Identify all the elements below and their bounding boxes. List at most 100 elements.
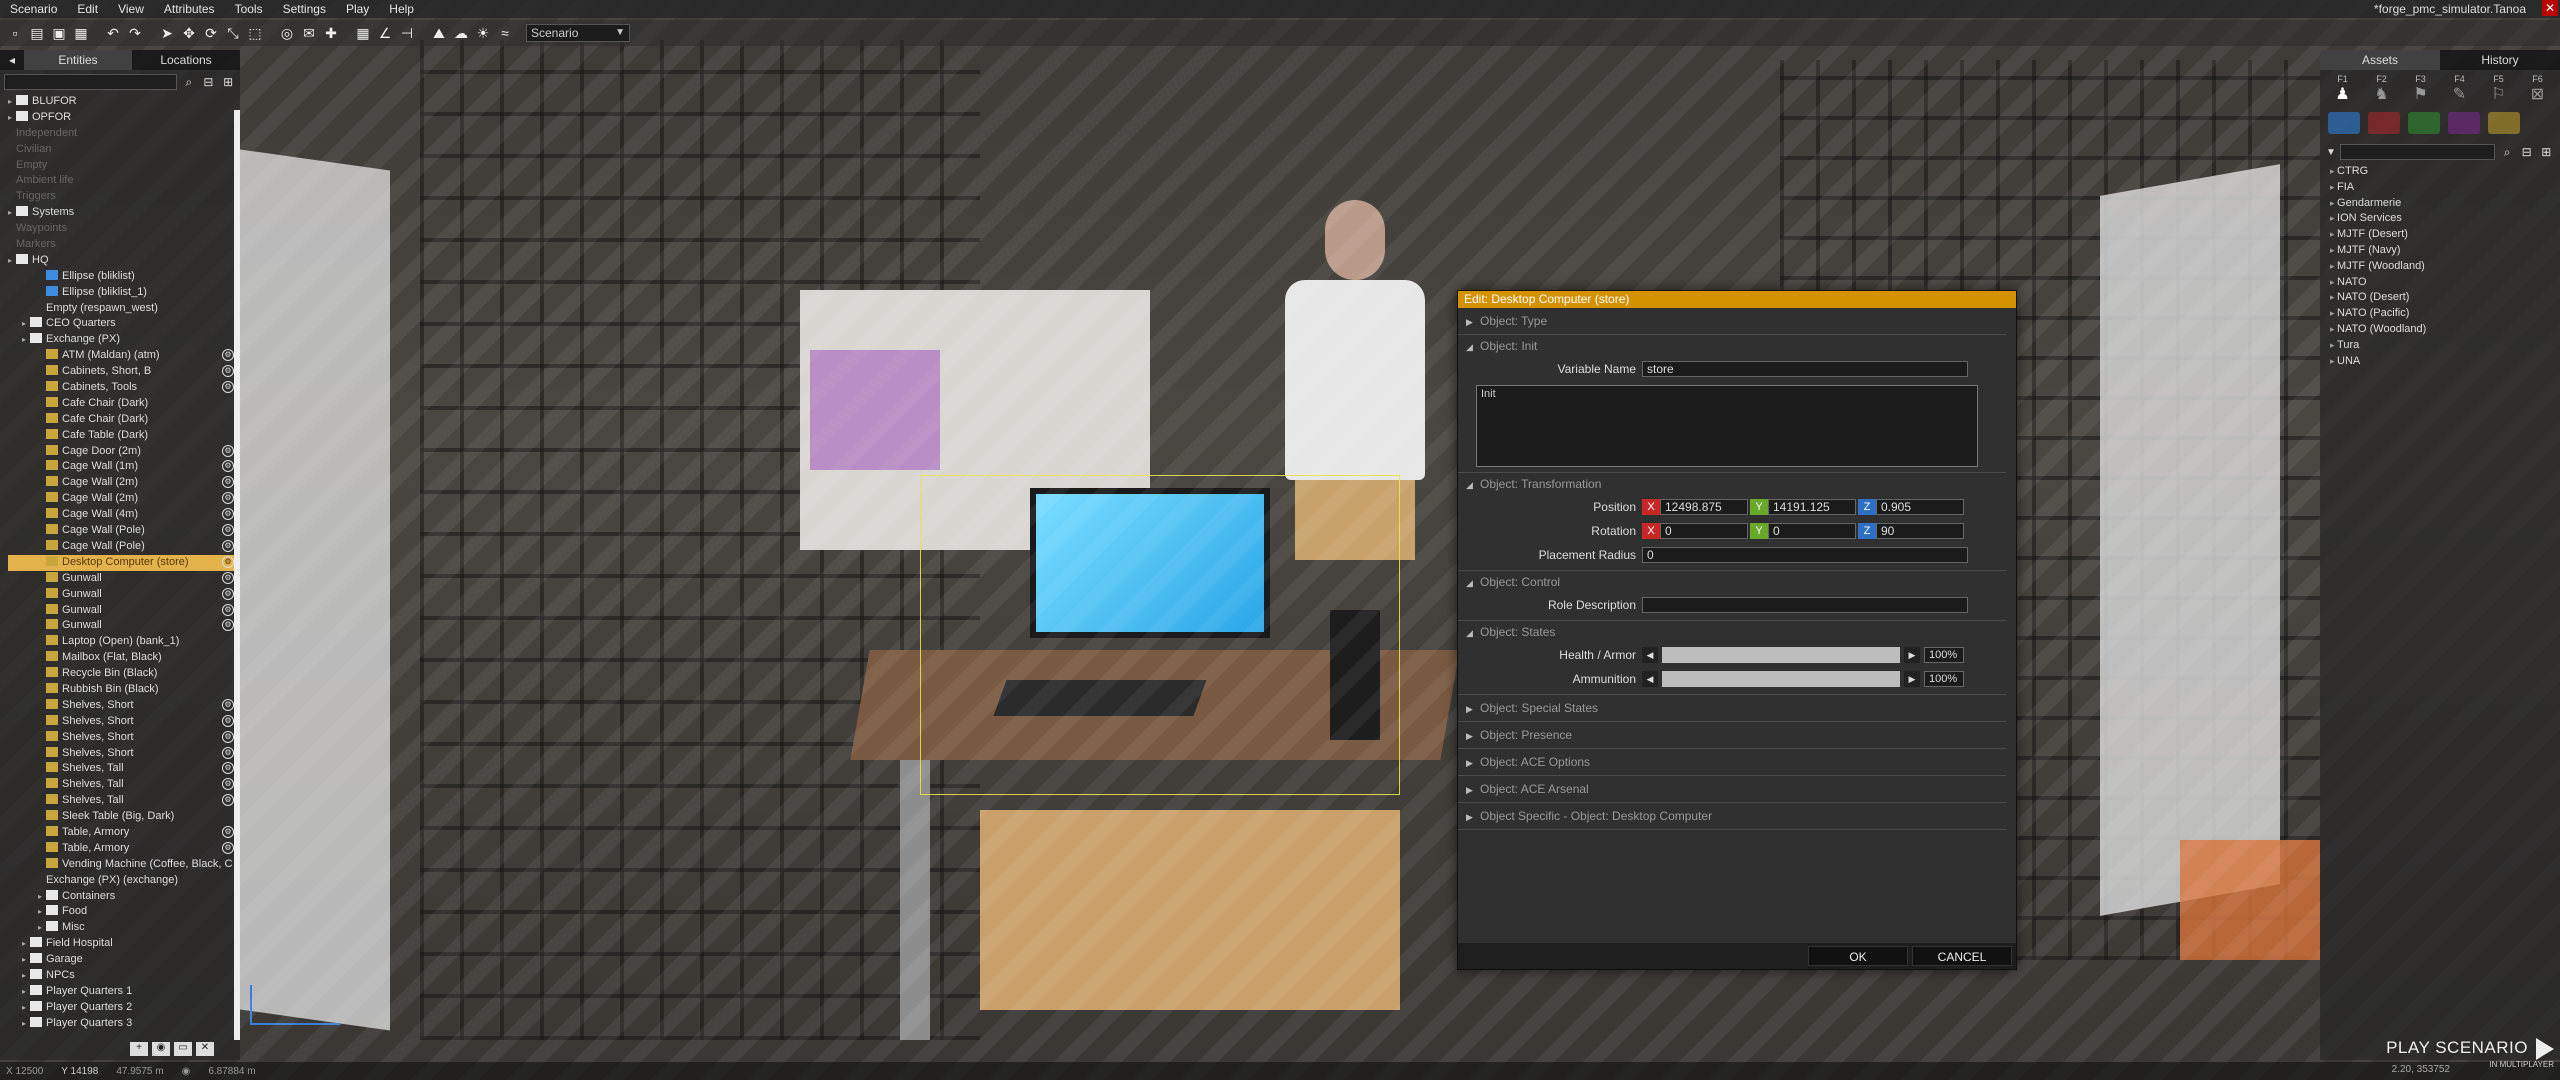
faction-item[interactable]: NATO (Woodland) (2330, 322, 2560, 338)
tree-item[interactable]: ▸ HQ (8, 253, 240, 269)
tree-item[interactable]: ▸ NPCs (8, 968, 240, 984)
tree-item[interactable]: Triggers (8, 189, 240, 205)
snap-icon[interactable]: ⊣ (398, 24, 416, 42)
tree-item[interactable]: ▸ Systems (8, 205, 240, 221)
menu-help[interactable]: Help (379, 2, 424, 16)
tab-history[interactable]: History (2440, 50, 2560, 70)
tree-item[interactable]: ▸ Player Quarters 1 (8, 984, 240, 1000)
menu-view[interactable]: View (108, 2, 154, 16)
tree-item[interactable]: ▸ Containers (8, 889, 240, 905)
rotate-icon[interactable]: ⟳ (202, 24, 220, 42)
tree-item[interactable]: Shelves, Short ⚙ (8, 730, 240, 746)
collapse-all-icon[interactable]: ⊟ (201, 74, 217, 90)
tree-item[interactable]: Empty (respawn_west) (8, 301, 240, 317)
faction-item[interactable]: NATO (Desert) (2330, 290, 2560, 306)
tree-item[interactable]: Markers (8, 237, 240, 253)
scale-icon[interactable]: ⤡ (224, 24, 242, 42)
tab-assets[interactable]: Assets (2320, 50, 2440, 70)
health-slider[interactable] (1662, 647, 1900, 663)
tree-item[interactable]: Ellipse (bliklist_1) (8, 285, 240, 301)
layer-checkbox-icon[interactable] (16, 95, 28, 105)
tree-item[interactable]: Table, Armory ⚙ (8, 825, 240, 841)
variable-name-field[interactable]: store (1642, 361, 1968, 377)
tree-item[interactable]: Gunwall ⚙ (8, 587, 240, 603)
search-icon[interactable]: ⌕ (181, 74, 197, 90)
faction-item[interactable]: Tura (2330, 338, 2560, 354)
area-icon[interactable]: ⬚ (246, 24, 264, 42)
tree-item[interactable]: Sleek Table (Big, Dark) (8, 809, 240, 825)
tree-item[interactable]: ▸ Player Quarters 3 (8, 1016, 240, 1032)
tree-item[interactable]: Shelves, Short ⚙ (8, 714, 240, 730)
section-transformation[interactable]: ◢ Object: Transformation (1458, 473, 2006, 495)
side-empty-swatch[interactable] (2488, 112, 2520, 134)
undo-icon[interactable]: ↶ (104, 24, 122, 42)
tree-item[interactable]: Cage Wall (2m) ⚙ (8, 475, 240, 491)
tree-item[interactable]: Rubbish Bin (Black) (8, 682, 240, 698)
collapse-all-icon[interactable]: ⊟ (2519, 144, 2535, 160)
entities-search-input[interactable] (4, 74, 177, 90)
faction-item[interactable]: UNA (2330, 354, 2560, 370)
add-layer-icon[interactable]: + (130, 1042, 148, 1056)
role-description-field[interactable] (1642, 597, 1968, 613)
tree-item[interactable]: Ambient life (8, 173, 240, 189)
tree-item[interactable]: ATM (Maldan) (atm) ⚙ (8, 348, 240, 364)
section-special-states[interactable]: ▶ Object: Special States (1458, 695, 2006, 722)
fkey-modules[interactable]: F3 ⚑ (2406, 74, 2435, 106)
fkey-objects[interactable]: F1 ♟ (2328, 74, 2357, 106)
tree-item[interactable]: Table, Armory ⚙ (8, 841, 240, 857)
faction-item[interactable]: CTRG (2330, 164, 2560, 180)
faction-item[interactable]: NATO (2330, 275, 2560, 291)
menu-settings[interactable]: Settings (273, 2, 336, 16)
tree-item[interactable]: Independent (8, 126, 240, 142)
tree-item[interactable]: Laptop (Open) (bank_1) (8, 634, 240, 650)
section-type[interactable]: ▶ Object: Type (1458, 308, 2006, 335)
section-states[interactable]: ◢ Object: States (1458, 621, 2006, 643)
search-icon[interactable]: ⌕ (2499, 144, 2515, 160)
side-civilian-swatch[interactable] (2448, 112, 2480, 134)
tree-item[interactable]: Vending Machine (Coffee, Black, C (8, 857, 240, 873)
tree-item[interactable]: Cafe Table (Dark) (8, 428, 240, 444)
redo-icon[interactable]: ↷ (126, 24, 144, 42)
chevron-down-icon[interactable]: ▼ (2326, 147, 2336, 158)
tree-item[interactable]: ▸ Misc (8, 920, 240, 936)
faction-item[interactable]: MJTF (Navy) (2330, 243, 2560, 259)
tree-item[interactable]: Shelves, Tall ⚙ (8, 761, 240, 777)
sun-icon[interactable]: ☀ (474, 24, 492, 42)
position-x-field[interactable]: 12498.875 (1660, 499, 1748, 515)
assets-search-input[interactable] (2339, 144, 2496, 160)
fkey-markers[interactable]: F5 ⚐ (2484, 74, 2513, 106)
menu-tools[interactable]: Tools (225, 2, 273, 16)
globe-icon[interactable]: ◎ (278, 24, 296, 42)
expand-all-icon[interactable]: ⊞ (2538, 144, 2554, 160)
tree-item[interactable]: Exchange (PX) (exchange) (8, 873, 240, 889)
tree-item[interactable]: ▸ Field Hospital (8, 936, 240, 952)
select-icon[interactable]: ➤ (158, 24, 176, 42)
expand-all-icon[interactable]: ⊞ (220, 74, 236, 90)
tree-item[interactable]: ▸ Food (8, 904, 240, 920)
plus-icon[interactable]: ✚ (322, 24, 340, 42)
tree-item[interactable]: ▸ Player Quarters 2 (8, 1000, 240, 1016)
cancel-button[interactable]: CANCEL (1912, 946, 2012, 966)
tree-item[interactable]: Gunwall ⚙ (8, 571, 240, 587)
folder-icon[interactable]: ▭ (174, 1042, 192, 1056)
tree-item[interactable]: Cabinets, Short, B ⚙ (8, 364, 240, 380)
ammo-decrease-icon[interactable]: ◀ (1642, 671, 1658, 687)
3d-viewport[interactable] (0, 0, 2560, 1080)
open-icon[interactable]: ▤ (28, 24, 46, 42)
tree-item[interactable]: Mailbox (Flat, Black) (8, 650, 240, 666)
health-increase-icon[interactable]: ▶ (1904, 647, 1920, 663)
tree-item[interactable]: Shelves, Short ⚙ (8, 698, 240, 714)
faction-item[interactable]: MJTF (Desert) (2330, 227, 2560, 243)
side-opfor-swatch[interactable] (2368, 112, 2400, 134)
angle-icon[interactable]: ∠ (376, 24, 394, 42)
collapse-left-icon[interactable]: ◂ (0, 50, 24, 70)
tree-item[interactable]: ▸ CEO Quarters (8, 316, 240, 332)
tree-item[interactable]: Cage Door (2m) ⚙ (8, 444, 240, 460)
tree-item[interactable]: Cage Wall (4m) ⚙ (8, 507, 240, 523)
scrollbar[interactable] (234, 110, 240, 1040)
tree-item[interactable]: Recycle Bin (Black) (8, 666, 240, 682)
tree-item[interactable]: Shelves, Tall ⚙ (8, 777, 240, 793)
tab-entities[interactable]: Entities (24, 50, 132, 70)
waves-icon[interactable]: ≈ (496, 24, 514, 42)
tree-item[interactable]: Waypoints (8, 221, 240, 237)
